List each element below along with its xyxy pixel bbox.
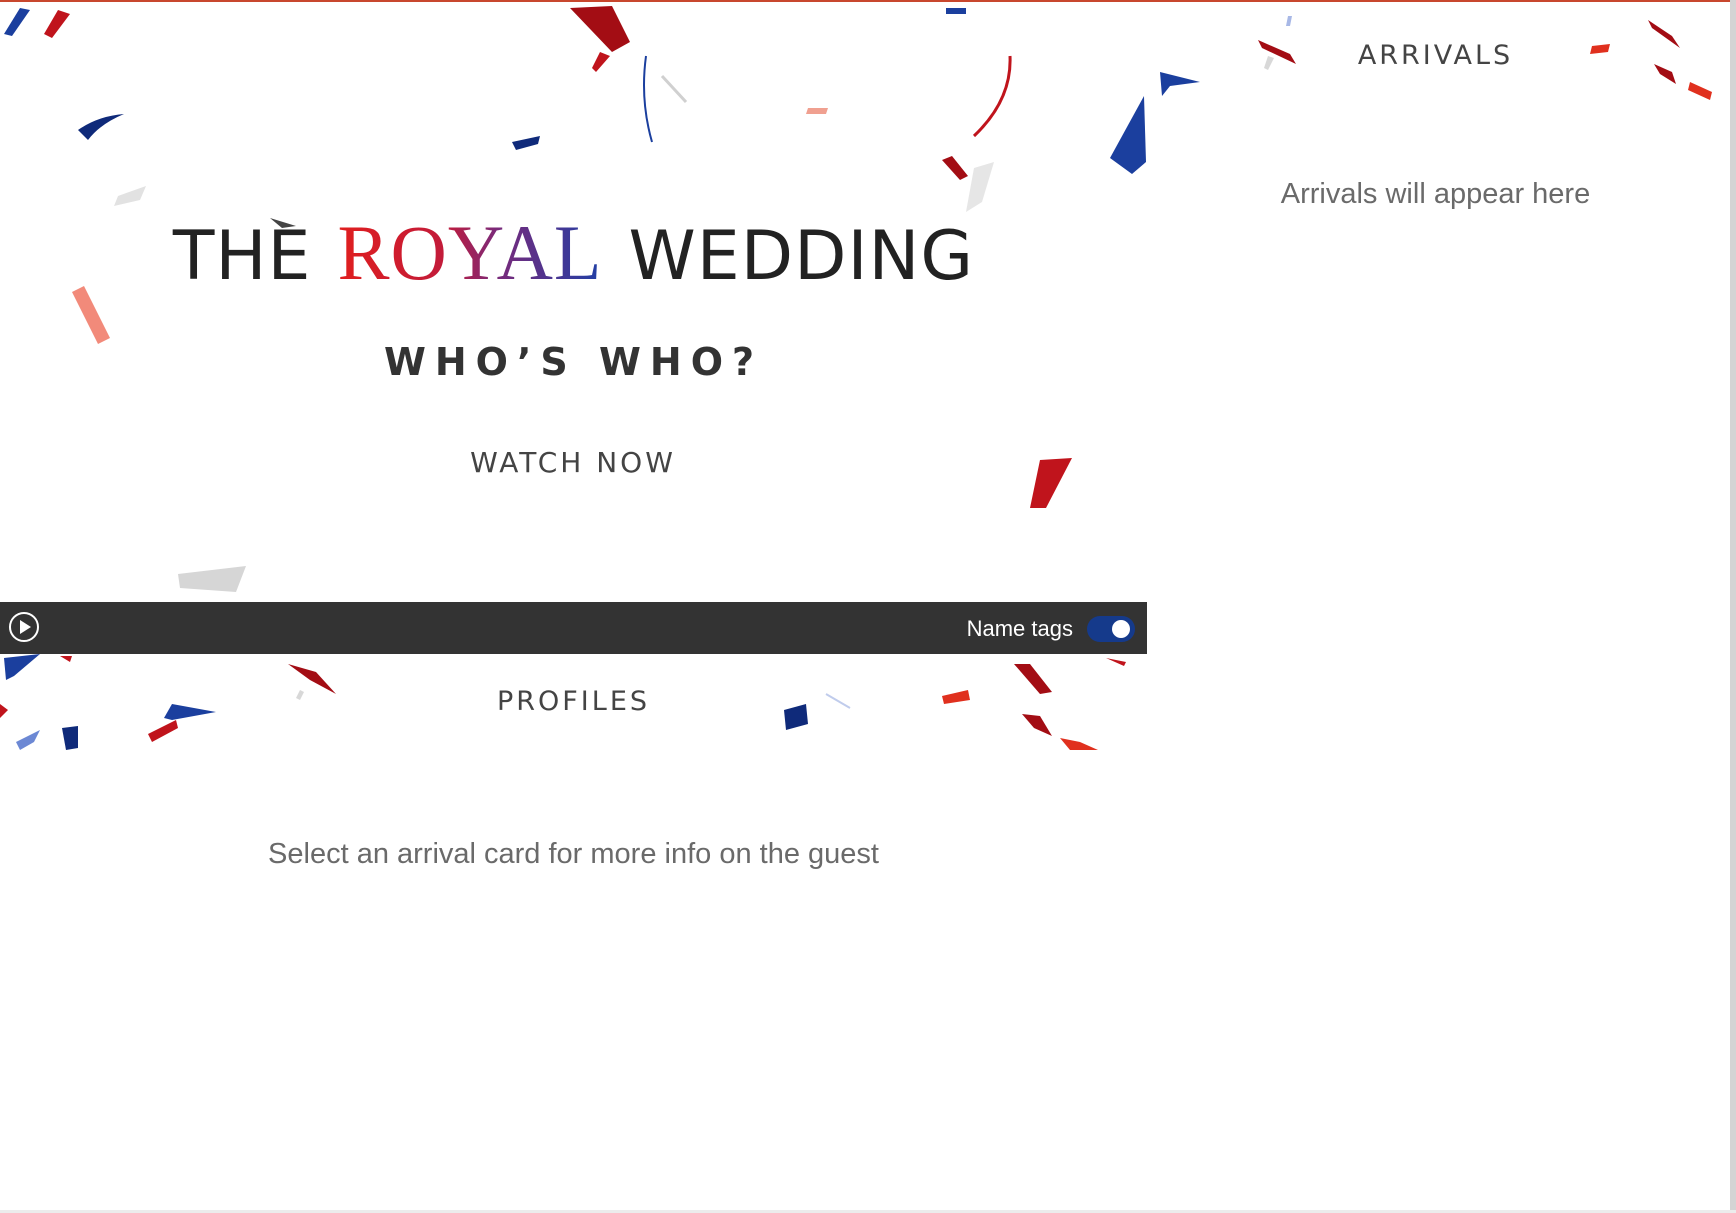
title-prefix: THE bbox=[172, 217, 312, 296]
window-right-edge bbox=[1730, 0, 1736, 1213]
title-highlight: ROYAL bbox=[337, 209, 603, 296]
royal-wedding-page: THE ROYAL WEDDING WHO’S WHO? WATCH NOW Nam… bbox=[0, 0, 1736, 1213]
name-tags-label: Name tags bbox=[966, 616, 1073, 641]
profiles-heading: PROFILES bbox=[496, 686, 651, 717]
title-suffix: WEDDING bbox=[628, 217, 975, 296]
page-title: THE ROYAL WEDDING bbox=[0, 208, 1147, 298]
arrivals-empty-message: Arrivals will appear here bbox=[1280, 178, 1591, 210]
arrivals-heading: ARRIVALS bbox=[1357, 40, 1514, 71]
profiles-empty-message: Select an arrival card for more info on … bbox=[268, 838, 879, 870]
watch-now-link[interactable]: WATCH NOW bbox=[470, 446, 676, 479]
video-control-bar: Name tags bbox=[0, 602, 1147, 654]
name-tags-toggle[interactable] bbox=[1087, 616, 1135, 642]
toggle-knob bbox=[1112, 620, 1130, 638]
main-panel: THE ROYAL WEDDING WHO’S WHO? WATCH NOW Nam… bbox=[0, 0, 1147, 1213]
arrivals-panel: ARRIVALS Arrivals will appear here bbox=[1147, 0, 1730, 1213]
page-subtitle: WHO’S WHO? bbox=[383, 340, 764, 384]
play-button[interactable] bbox=[8, 611, 40, 643]
play-circle-icon bbox=[9, 612, 39, 642]
